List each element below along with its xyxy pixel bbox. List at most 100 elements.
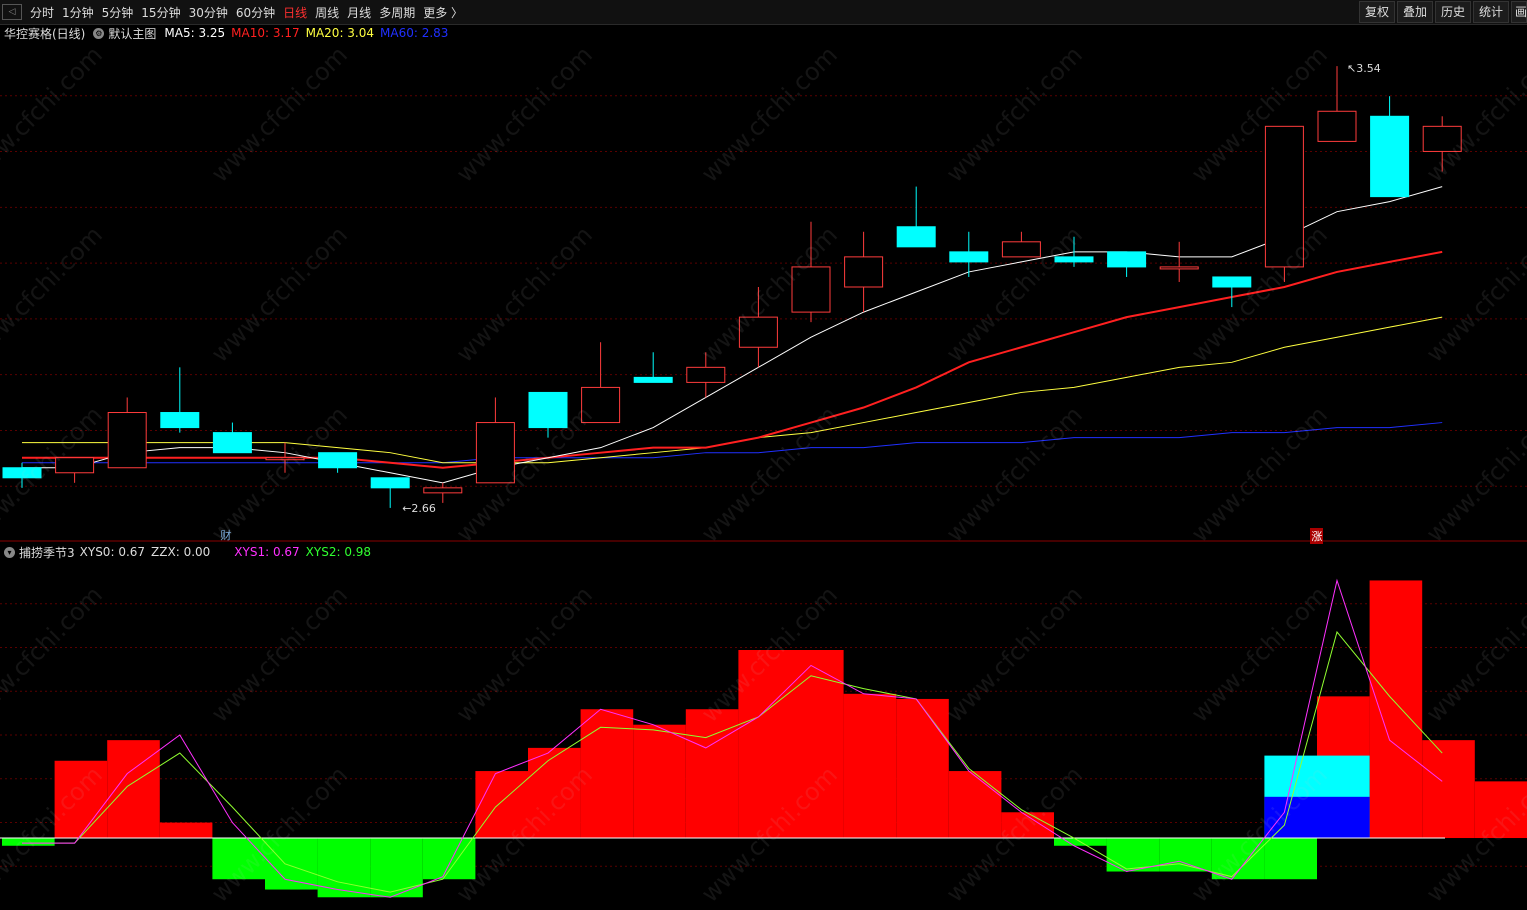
candle-body bbox=[686, 366, 726, 383]
candle[interactable] bbox=[318, 452, 358, 473]
high-price-label: ↖3.54 bbox=[1347, 62, 1381, 76]
indicator-name[interactable]: 捕捞季节3 bbox=[19, 544, 75, 561]
histogram-bar bbox=[1369, 580, 1423, 839]
candle[interactable] bbox=[160, 367, 200, 433]
ma-legend-ma20: MA20: 3.04 bbox=[305, 26, 375, 40]
histogram-bar bbox=[54, 760, 108, 839]
period-tab-8[interactable]: 月线 bbox=[343, 4, 375, 21]
toolbar-button-0[interactable]: 复权 bbox=[1358, 1, 1395, 23]
histogram-bar bbox=[896, 698, 949, 839]
candle-body bbox=[265, 457, 305, 461]
histogram-bar bbox=[685, 709, 739, 839]
histogram-bar bbox=[2, 838, 55, 846]
ma-legend-ma10: MA10: 3.17 bbox=[231, 26, 300, 40]
candle[interactable] bbox=[1370, 96, 1410, 198]
period-tab-1[interactable]: 1分钟 bbox=[58, 4, 98, 21]
histogram-bar bbox=[1264, 838, 1317, 880]
period-tabs: ◁ 分时 1分钟 5分钟 15分钟 30分钟 60分钟 日线 周线 月线 多周期 更多 〉 bbox=[0, 0, 467, 24]
candle[interactable] bbox=[212, 422, 252, 454]
candle-body bbox=[423, 487, 463, 494]
candle[interactable] bbox=[791, 221, 831, 323]
period-tab-2[interactable]: 5分钟 bbox=[98, 4, 138, 21]
candle[interactable] bbox=[475, 397, 515, 484]
indicator-legend: XYS0: 0.67 ZZX: 0.00 XYS1: 0.67 XYS2: 0.98 bbox=[80, 545, 377, 559]
candle-body bbox=[1317, 110, 1357, 142]
candle-body bbox=[212, 432, 252, 454]
period-tab-3[interactable]: 15分钟 bbox=[137, 4, 184, 21]
candle-body bbox=[896, 226, 936, 248]
indicator-chart[interactable] bbox=[0, 560, 1527, 910]
histogram-bar bbox=[1422, 740, 1475, 839]
rise-marker[interactable]: 涨 bbox=[1310, 528, 1324, 544]
toolbar-button-3[interactable]: 统计 bbox=[1472, 1, 1509, 23]
candle[interactable] bbox=[896, 186, 936, 248]
candle-body bbox=[1159, 266, 1199, 270]
candle-body bbox=[1422, 125, 1462, 152]
candle-body bbox=[949, 251, 989, 263]
candle-body bbox=[528, 391, 568, 429]
histogram-bar bbox=[528, 747, 581, 839]
finance-marker[interactable]: 财 bbox=[220, 527, 231, 543]
histogram-bar bbox=[843, 693, 897, 839]
candle[interactable] bbox=[1159, 241, 1199, 282]
collapse-icon[interactable]: ◁ bbox=[2, 4, 22, 20]
period-tab-9[interactable]: 多周期 bbox=[375, 4, 419, 21]
chart-name[interactable]: 默认主图 bbox=[108, 25, 156, 42]
period-tab-10[interactable]: 更多 〉 bbox=[419, 4, 467, 21]
candle[interactable] bbox=[1001, 231, 1041, 258]
candle-body bbox=[633, 376, 673, 383]
toolbar-button-1[interactable]: 叠加 bbox=[1396, 1, 1433, 23]
period-tab-4[interactable]: 30分钟 bbox=[185, 4, 232, 21]
candle-body bbox=[1212, 276, 1252, 288]
candle[interactable] bbox=[2, 462, 42, 488]
period-tab-5[interactable]: 60分钟 bbox=[232, 4, 279, 21]
candle-body bbox=[738, 316, 778, 348]
indicator-infobar: ▾ 捕捞季节3 XYS0: 0.67 ZZX: 0.00 XYS1: 0.67 XYS… bbox=[0, 544, 377, 560]
histogram-bar bbox=[738, 650, 791, 839]
candle[interactable] bbox=[581, 342, 621, 424]
candle[interactable] bbox=[1212, 276, 1252, 308]
candle-body bbox=[318, 452, 358, 469]
candle-body bbox=[1001, 241, 1041, 258]
settings-icon[interactable]: ⚙ bbox=[93, 27, 105, 39]
toolbar-button-4[interactable]: 画 bbox=[1511, 1, 1527, 23]
candle[interactable] bbox=[686, 352, 726, 398]
chevron-down-icon[interactable]: ▾ bbox=[4, 546, 15, 558]
period-tab-6[interactable]: 日线 bbox=[279, 4, 311, 21]
indicator-legend-xys1: XYS1: 0.67 bbox=[234, 545, 300, 559]
main-chart-infobar: 华控赛格(日线) ⚙ 默认主图 MA5: 3.25 MA10: 3.17 MA20:… bbox=[0, 25, 454, 41]
histogram-bar bbox=[948, 771, 1002, 839]
candle[interactable] bbox=[949, 231, 989, 277]
candle[interactable] bbox=[738, 287, 778, 368]
histogram-bar bbox=[317, 838, 371, 898]
candle[interactable] bbox=[844, 231, 884, 313]
candle-body bbox=[791, 266, 831, 313]
toolbar-button-2[interactable]: 历史 bbox=[1434, 1, 1471, 23]
candlestick-chart[interactable] bbox=[0, 40, 1527, 542]
candle[interactable] bbox=[633, 352, 673, 383]
candle[interactable] bbox=[265, 442, 305, 473]
candle[interactable] bbox=[1317, 66, 1357, 142]
histogram-bar bbox=[1474, 781, 1527, 839]
candle[interactable] bbox=[107, 397, 147, 469]
candle-body bbox=[160, 412, 200, 429]
candle-body bbox=[1370, 115, 1410, 198]
candle-body bbox=[370, 477, 410, 489]
indicator-legend-xys2: XYS2: 0.98 bbox=[305, 545, 372, 559]
candle-body bbox=[475, 422, 515, 484]
candle[interactable] bbox=[1422, 116, 1462, 172]
candle-body bbox=[1054, 256, 1094, 263]
histogram-bar bbox=[370, 838, 423, 898]
toolbar-actions: 复权 叠加 历史 统计画 bbox=[1357, 0, 1527, 24]
period-tab-7[interactable]: 周线 bbox=[311, 4, 343, 21]
stock-title[interactable]: 华控赛格(日线) bbox=[0, 25, 85, 42]
histogram-bar bbox=[1159, 838, 1212, 872]
indicator-legend-xys0: XYS0: 0.67 bbox=[79, 545, 146, 559]
candle-body bbox=[1264, 125, 1304, 268]
candle[interactable] bbox=[1264, 125, 1304, 282]
candle[interactable] bbox=[1107, 251, 1147, 277]
histogram-bar bbox=[1211, 838, 1265, 880]
period-tab-0[interactable]: 分时 bbox=[26, 4, 58, 21]
period-toolbar: ◁ 分时 1分钟 5分钟 15分钟 30分钟 60分钟 日线 周线 月线 多周期 更多 〉 复权 叠加… bbox=[0, 0, 1527, 25]
candle[interactable] bbox=[55, 457, 95, 483]
